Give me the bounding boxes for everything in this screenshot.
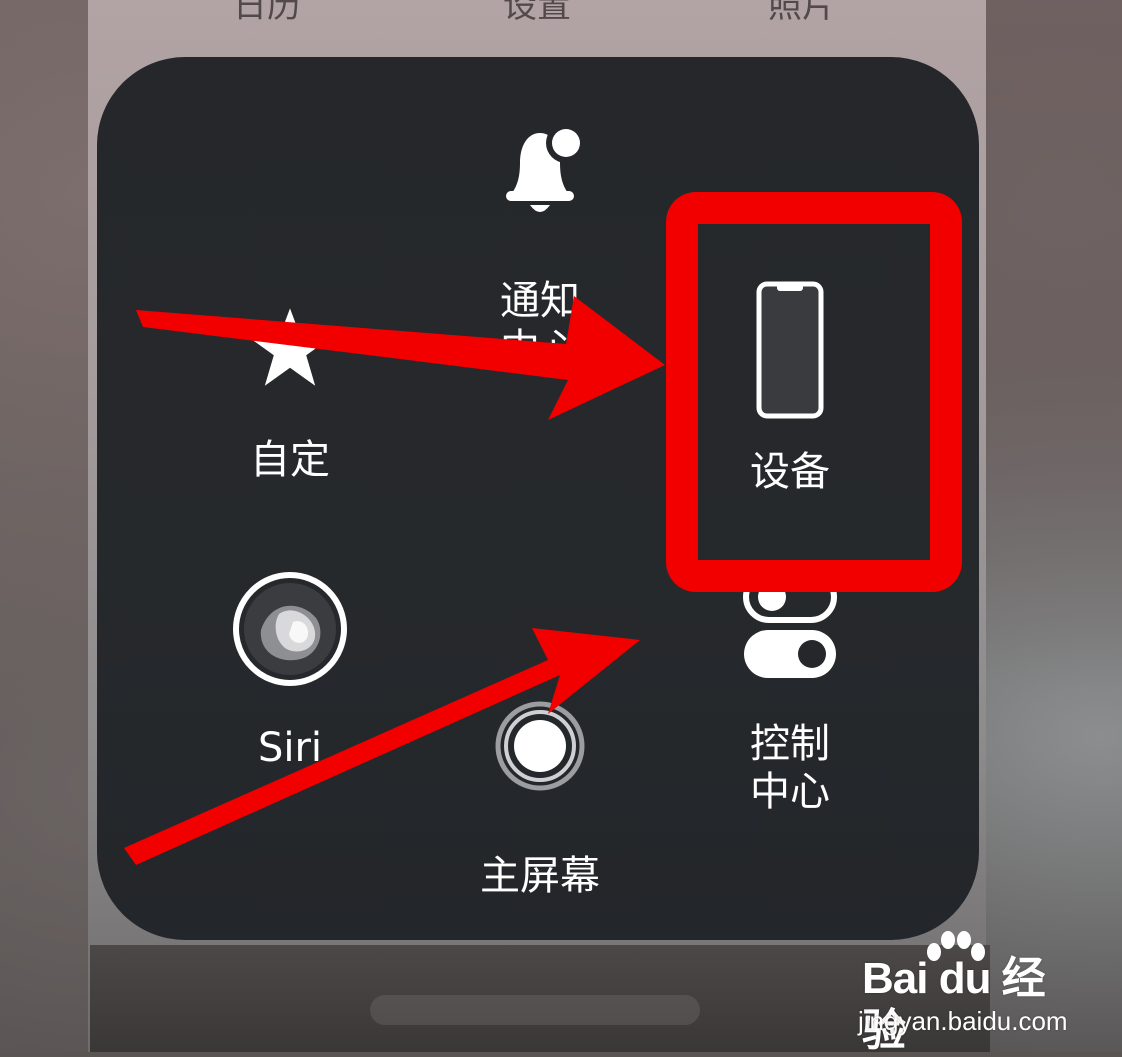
menu-item-siri[interactable]: Siri [180,570,400,772]
app-label-settings: 设置 [503,0,571,26]
baidu-brand-text: Bai du 经验 [862,954,1046,1055]
custom-label: 自定 [250,437,330,483]
notification-center-label: 通知 中心 [500,278,580,372]
menu-item-custom[interactable]: 自定 [190,300,390,484]
home-button-icon [495,701,585,791]
highlight-box [666,192,962,592]
app-label-calendar: 日历 [233,0,301,26]
home-label: 主屏幕 [480,853,600,899]
siri-icon [233,572,347,686]
bell-icon [506,123,586,212]
menu-item-control-center[interactable]: 控制 中心 [680,570,900,816]
menu-item-notification-center[interactable]: 通知 中心 [430,115,650,373]
app-label-photos: 照片 [768,0,836,26]
star-icon [248,308,332,386]
home-indicator [370,995,700,1025]
siri-label: Siri [257,725,323,771]
menu-item-home[interactable]: 主屏幕 [430,700,650,900]
control-center-label: 控制 中心 [750,721,830,815]
baidu-jingyan-watermark: Bai du 经验 jingyan.baidu.com [858,928,1082,1055]
watermark-url: jingyan.baidu.com [858,1006,1068,1036]
